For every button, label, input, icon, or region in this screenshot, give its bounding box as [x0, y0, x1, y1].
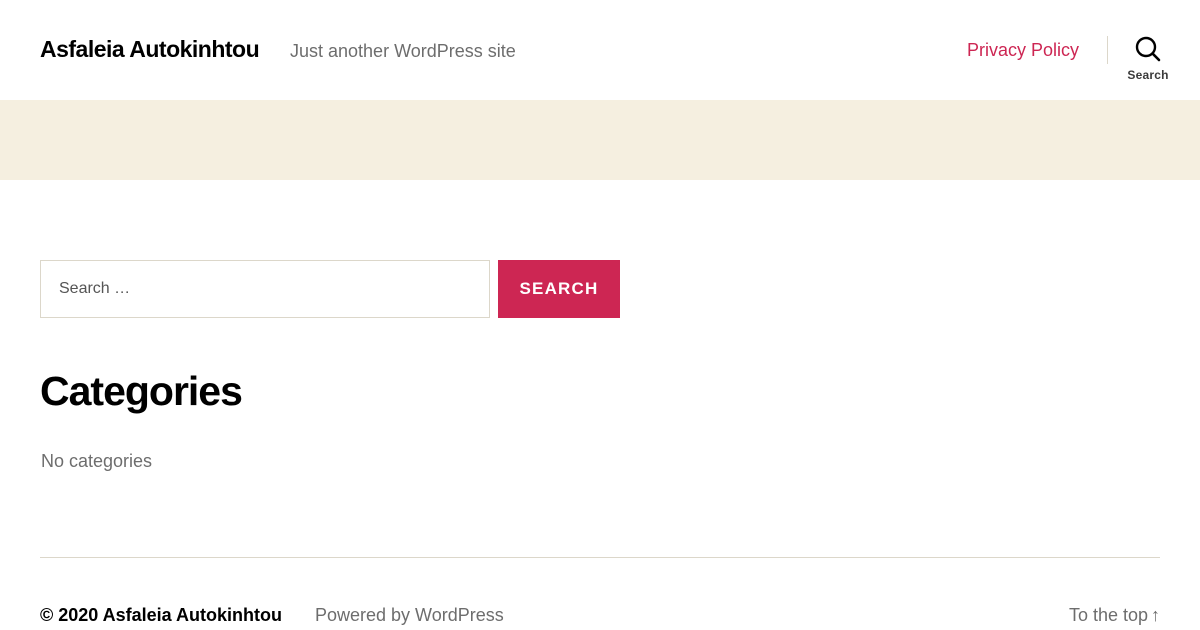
- search-submit-button[interactable]: Search: [498, 260, 620, 318]
- to-the-top-label: To the top: [1068, 605, 1148, 625]
- nav-item-privacy-policy[interactable]: Privacy Policy: [967, 40, 1079, 61]
- search-input[interactable]: [40, 260, 490, 318]
- footer-divider: [40, 557, 1160, 558]
- site-title-link[interactable]: Asfaleia Autokinhtou: [40, 36, 260, 63]
- search-icon: [1122, 36, 1174, 62]
- categories-empty-text: No categories: [41, 451, 153, 471]
- site-header: Asfaleia Autokinhtou Just another WordPr…: [0, 0, 1200, 100]
- footer-copyright: © 2020 Asfaleia Autokinhtou: [40, 605, 282, 625]
- arrow-up-icon: ↑: [1151, 605, 1160, 625]
- to-the-top-link[interactable]: To the top ↑: [1069, 605, 1160, 626]
- search-toggle-label: Search: [1127, 68, 1169, 82]
- powered-by-link[interactable]: Powered by WordPress: [315, 605, 504, 626]
- cover-band: [0, 100, 1200, 180]
- search-toggle-button[interactable]: Search: [1122, 36, 1174, 90]
- site-description: Just another WordPress site: [290, 41, 516, 61]
- search-form: Search: [40, 260, 620, 318]
- categories-widget-title: Categories: [40, 368, 243, 414]
- header-divider: [1107, 36, 1108, 64]
